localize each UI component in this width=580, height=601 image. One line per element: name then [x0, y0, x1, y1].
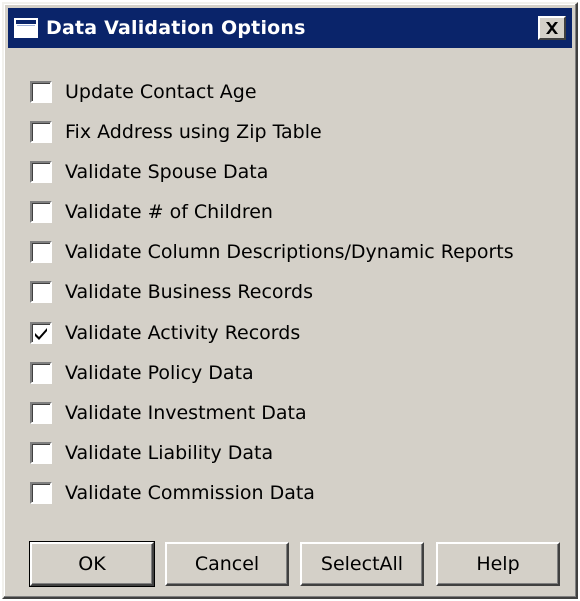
- option-label[interactable]: Validate Commission Data: [65, 477, 315, 509]
- checkbox[interactable]: [30, 401, 52, 424]
- option-validate-activity[interactable]: Validate Activity Records: [30, 317, 560, 357]
- checkbox[interactable]: [30, 161, 52, 184]
- option-validate-liability[interactable]: Validate Liability Data: [30, 437, 560, 477]
- title-bar[interactable]: Data Validation Options: [8, 8, 572, 48]
- option-label[interactable]: Validate Spouse Data: [65, 156, 268, 188]
- option-label[interactable]: Update Contact Age: [65, 76, 257, 108]
- close-icon: [546, 22, 558, 34]
- checkmark-icon: [35, 327, 47, 340]
- option-label[interactable]: Validate Policy Data: [65, 357, 254, 389]
- option-label[interactable]: Validate Business Records: [65, 276, 313, 308]
- dialog-title: Data Validation Options: [46, 17, 306, 39]
- options-list: Update Contact Age Fix Address using Zip…: [30, 76, 560, 517]
- window-icon: [14, 18, 38, 38]
- option-label[interactable]: Validate # of Children: [65, 196, 273, 228]
- option-validate-spouse[interactable]: Validate Spouse Data: [30, 156, 560, 196]
- checkbox[interactable]: [30, 441, 52, 464]
- checkbox[interactable]: [30, 481, 52, 504]
- checkbox[interactable]: [30, 361, 52, 384]
- option-label[interactable]: Validate Activity Records: [65, 317, 300, 349]
- option-update-contact-age[interactable]: Update Contact Age: [30, 76, 560, 116]
- dialog-window: Data Validation Options Update Contact A…: [2, 2, 578, 599]
- checkbox-checked[interactable]: [30, 321, 52, 344]
- select-all-button[interactable]: SelectAll: [300, 542, 424, 586]
- button-row: OK Cancel SelectAll Help: [29, 541, 560, 587]
- option-validate-children[interactable]: Validate # of Children: [30, 196, 560, 236]
- option-label[interactable]: Validate Column Descriptions/Dynamic Rep…: [65, 236, 514, 268]
- option-validate-policy[interactable]: Validate Policy Data: [30, 357, 560, 397]
- checkbox[interactable]: [30, 81, 52, 103]
- option-label[interactable]: Validate Investment Data: [65, 397, 307, 429]
- checkbox[interactable]: [30, 121, 52, 144]
- ok-button[interactable]: OK: [29, 541, 155, 587]
- close-button[interactable]: [538, 16, 566, 40]
- help-button[interactable]: Help: [436, 542, 560, 586]
- option-validate-business[interactable]: Validate Business Records: [30, 276, 560, 316]
- option-validate-column-descriptions[interactable]: Validate Column Descriptions/Dynamic Rep…: [30, 236, 560, 276]
- option-validate-commission[interactable]: Validate Commission Data: [30, 477, 560, 517]
- checkbox[interactable]: [30, 201, 52, 224]
- option-label[interactable]: Fix Address using Zip Table: [65, 116, 322, 148]
- cancel-button[interactable]: Cancel: [165, 542, 289, 586]
- option-fix-address[interactable]: Fix Address using Zip Table: [30, 116, 560, 156]
- checkbox[interactable]: [30, 241, 52, 264]
- option-validate-investment[interactable]: Validate Investment Data: [30, 397, 560, 437]
- checkbox[interactable]: [30, 281, 52, 304]
- option-label[interactable]: Validate Liability Data: [65, 437, 273, 469]
